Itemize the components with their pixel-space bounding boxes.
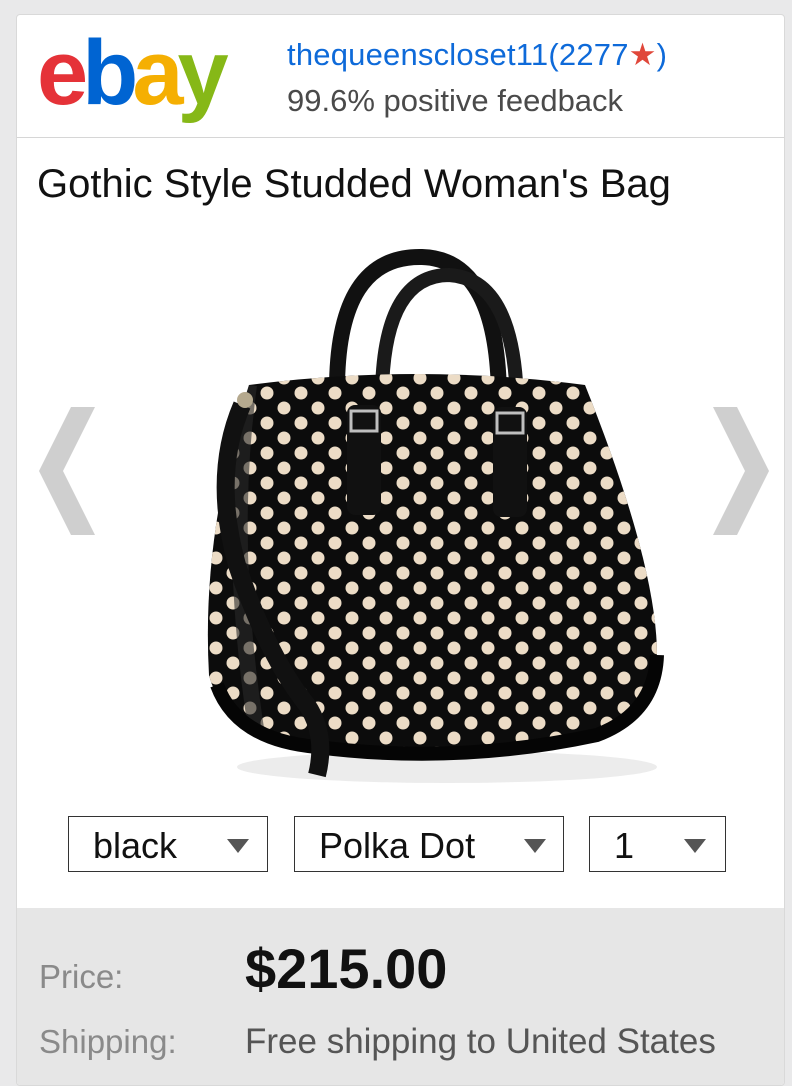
seller-score: (2277 xyxy=(548,37,629,72)
chevron-down-icon xyxy=(684,839,706,853)
seller-score-close: ) xyxy=(656,37,668,72)
pattern-select[interactable]: Polka Dot xyxy=(294,816,564,872)
ebay-logo[interactable]: ebay xyxy=(37,29,257,129)
shipping-value: Free shipping to United States xyxy=(245,1022,716,1061)
pattern-select-value: Polka Dot xyxy=(319,825,476,866)
shipping-label: Shipping: xyxy=(39,1023,177,1060)
svg-text:ebay: ebay xyxy=(37,29,229,124)
seller-name: thequeenscloset11 xyxy=(287,37,549,72)
price-value: $215.00 xyxy=(245,937,448,1000)
chevron-down-icon xyxy=(524,839,546,853)
listing-title: Gothic Style Studded Woman's Bag xyxy=(37,162,671,206)
color-select[interactable]: black xyxy=(68,816,268,872)
quantity-select[interactable]: 1 xyxy=(589,816,726,872)
product-image[interactable] xyxy=(157,235,677,795)
chevron-left-icon xyxy=(39,407,95,535)
next-image-button[interactable] xyxy=(711,407,771,535)
price-panel: Price: $215.00 Shipping: Free shipping t… xyxy=(17,908,784,1085)
handbag-image xyxy=(207,248,664,783)
chevron-down-icon xyxy=(227,839,249,853)
color-select-value: black xyxy=(93,825,178,866)
seller-link[interactable]: thequeenscloset11(2277★) xyxy=(287,37,667,73)
seller-feedback: 99.6% positive feedback xyxy=(287,83,624,118)
quantity-select-value: 1 xyxy=(614,825,635,866)
listing-card: ebay thequeenscloset11(2277★) 99.6% posi… xyxy=(16,14,785,1086)
star-icon: ★ xyxy=(628,37,657,72)
chevron-right-icon xyxy=(713,407,769,535)
listing-header: ebay thequeenscloset11(2277★) 99.6% posi… xyxy=(17,15,784,138)
price-label: Price: xyxy=(39,958,124,995)
previous-image-button[interactable] xyxy=(37,407,97,535)
